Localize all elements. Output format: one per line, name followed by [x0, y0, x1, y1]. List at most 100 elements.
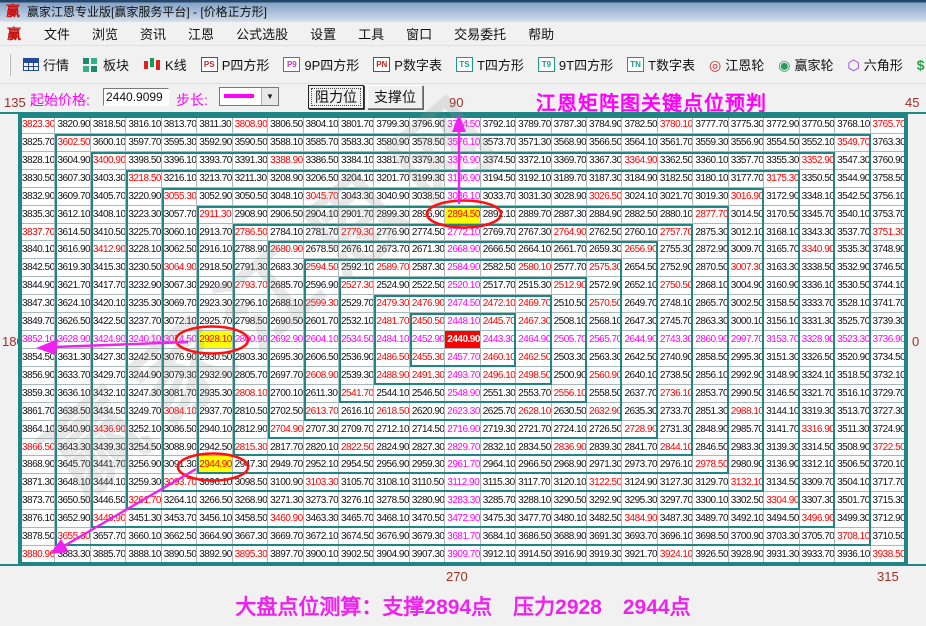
matrix-cell: 3309.70	[799, 474, 836, 493]
matrix-cell: 3026.50	[587, 187, 623, 206]
toolbar-items: 行情 板块 K线 PS P四方形 P9 9P四方形 PN P数字表 TS T四方形 T9 9T四方形 TN…	[16, 55, 926, 74]
matrix-cell: 3398.50	[126, 151, 162, 170]
matrix-cell: 3532.90	[835, 259, 871, 278]
matrix-cell: 2582.50	[480, 259, 517, 278]
menu-item[interactable]: 江恩	[177, 22, 225, 45]
matrix-cell: 2767.30	[516, 223, 552, 242]
matrix-cell: 2772.10	[445, 223, 481, 242]
step-select[interactable]: ▼	[219, 87, 279, 106]
matrix-cell: 2930.50	[197, 348, 233, 367]
toolbar-button[interactable]: ⬡ 六角形	[848, 55, 903, 74]
toolbar-button-label: K线	[165, 58, 187, 73]
toolbar-button[interactable]: T9 9T四方形	[537, 55, 613, 74]
matrix-cell: 2637.70	[622, 384, 658, 403]
matrix-cell: 3324.10	[799, 366, 836, 385]
support-button[interactable]: 支撑位	[367, 85, 423, 109]
toolbar-button[interactable]: ◎ 江恩轮	[709, 55, 764, 74]
matrix-cell: 2486.50	[374, 348, 410, 367]
matrix-cell: 3429.70	[90, 366, 127, 385]
toolbar-button[interactable]: 行情	[23, 55, 69, 74]
matrix-cell: 2580.10	[516, 259, 552, 278]
matrix-cell: 3895.30	[232, 546, 269, 564]
matrix-cell: 3712.90	[870, 510, 906, 529]
matrix-cell: 3664.90	[197, 528, 233, 547]
menu-item[interactable]: 文件	[33, 22, 81, 45]
matrix-cell: 3458.50	[232, 510, 269, 529]
toolbar-button[interactable]: K线	[143, 55, 187, 74]
matrix-cell: 2762.50	[587, 223, 623, 242]
matrix-cell: 3412.90	[90, 241, 127, 260]
matrix-cell: 3312.10	[799, 456, 836, 475]
matrix-cell: 2757.70	[657, 223, 694, 242]
matrix-cell: 2620.90	[409, 402, 446, 421]
menu-item[interactable]: 设置	[299, 22, 347, 45]
matrix-cell: 2820.10	[303, 438, 339, 457]
chevron-down-icon[interactable]: ▼	[261, 88, 278, 105]
matrix-cell: 3518.50	[835, 366, 871, 385]
matrix-cell: 3328.90	[799, 331, 836, 349]
matrix-cell: 3420.10	[90, 295, 127, 314]
title-bar: 赢 赢家江恩专业版[赢家服务平台] - [价格正方形]	[0, 0, 926, 22]
start-price-input[interactable]	[103, 88, 169, 106]
menu-item[interactable]: 帮助	[517, 22, 565, 45]
matrix-cell: 3720.10	[870, 456, 906, 475]
matrix-cell: 2565.70	[587, 331, 623, 349]
toolbar-button[interactable]: TS T四方形	[455, 55, 524, 74]
matrix-cell: 2940.10	[197, 420, 233, 439]
toolbar-button[interactable]: P9 9P四方形	[283, 55, 359, 74]
matrix-cell: 3388.90	[268, 151, 304, 170]
matrix-cell: 2632.90	[587, 402, 623, 421]
matrix-cell: 3244.90	[126, 366, 162, 385]
matrix-cell: 3638.50	[55, 402, 91, 421]
matrix-cell: 3808.90	[232, 116, 269, 134]
toolbar-button[interactable]: 板块	[83, 55, 129, 74]
matrix-cell: 3633.70	[55, 366, 91, 385]
matrix-cell: 3405.70	[90, 187, 127, 206]
toolbar-button[interactable]: TN T数字表	[627, 55, 695, 74]
matrix-cell: 2743.30	[657, 331, 694, 349]
menu-item[interactable]: 浏览	[81, 22, 129, 45]
toolbar-button[interactable]: ◉ 赢家轮	[778, 55, 833, 74]
menu-item[interactable]: 资讯	[129, 22, 177, 45]
matrix-cell: 3379.30	[409, 151, 446, 170]
toolbar-button[interactable]: PS P四方形	[200, 55, 269, 74]
matrix-cell: 3727.30	[870, 402, 906, 421]
system-menu-icon[interactable]: 赢	[7, 27, 21, 41]
matrix-cell: 3494.50	[764, 510, 800, 529]
menu-item[interactable]: 窗口	[395, 22, 443, 45]
matrix-cell: 2728.90	[622, 420, 658, 439]
toolbar-button[interactable]: $赢家服务	[917, 55, 926, 74]
matrix-cell: 3794.50	[445, 116, 481, 134]
toolbar-grip	[9, 53, 11, 76]
menu-item[interactable]: 工具	[347, 22, 395, 45]
matrix-cell: 3880.90	[20, 546, 56, 564]
resistance-button[interactable]: 阻力位	[308, 85, 364, 109]
matrix-cell: 3278.50	[374, 492, 410, 511]
matrix-cell: 2793.70	[232, 277, 269, 296]
matrix-cell: 3127.30	[657, 474, 694, 493]
matrix-cell: 2978.50	[693, 456, 729, 475]
matrix-cell: 2961.70	[445, 456, 481, 475]
toolbar-button[interactable]: PN P数字表	[373, 55, 442, 74]
matrix-cell: 2604.10	[303, 331, 339, 349]
matrix-cell: 3115.30	[480, 474, 517, 493]
matrix-cell: 3573.70	[480, 133, 517, 152]
matrix-cell: 3280.90	[409, 492, 446, 511]
menu-item[interactable]: 公式选股	[225, 22, 299, 45]
start-price-label: 起始价格:	[30, 92, 90, 108]
matrix-cell: 3566.50	[587, 133, 623, 152]
matrix-cell: 3235.30	[126, 295, 162, 314]
matrix-cell: 2577.70	[551, 259, 588, 278]
matrix-cell: 3748.90	[870, 241, 906, 260]
matrix-cell: 3369.70	[551, 151, 588, 170]
matrix-cell: 3736.90	[870, 331, 906, 349]
matrix-cell: 3513.70	[835, 402, 871, 421]
matrix-cell: 3336.10	[799, 277, 836, 296]
matrix-cell: 2942.50	[197, 438, 233, 457]
matrix-cell: 3139.30	[764, 438, 800, 457]
menu-item[interactable]: 交易委托	[443, 22, 517, 45]
winner-wheel-icon: ◉	[778, 56, 791, 73]
step-label: 步长:	[176, 92, 208, 108]
matrix-cell: 2776.90	[374, 223, 410, 242]
matrix-cell: 3499.30	[835, 510, 871, 529]
